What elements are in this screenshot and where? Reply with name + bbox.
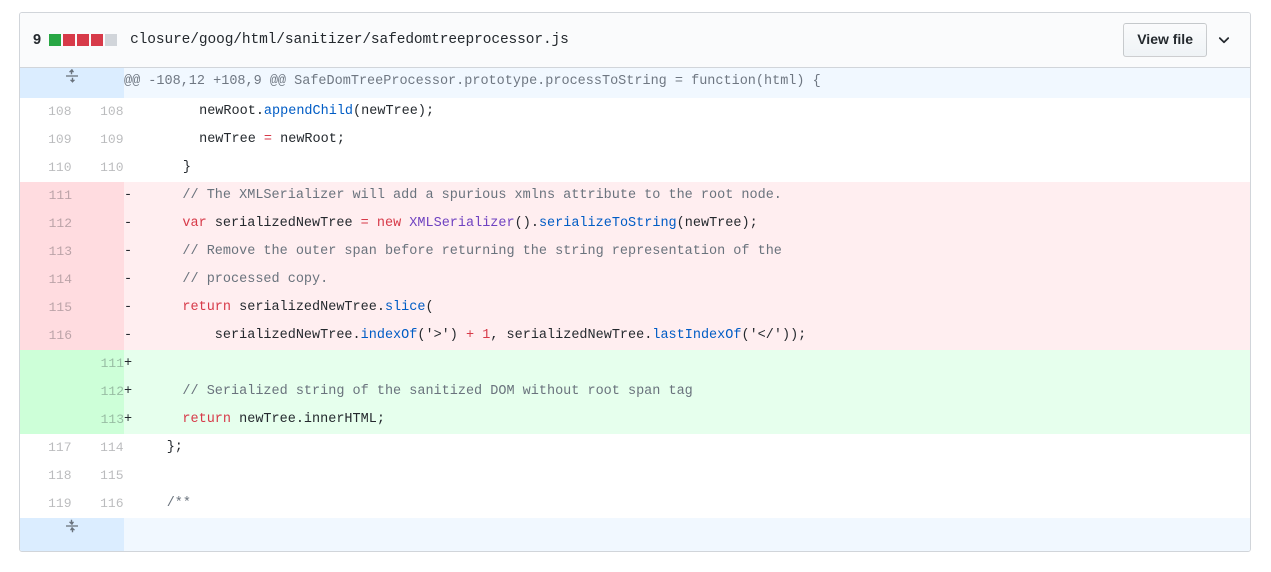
diffstat-square-none (105, 34, 118, 46)
diff-line-row: 118 115 (20, 461, 1250, 490)
line-number-old[interactable]: 116 (20, 321, 72, 350)
line-number-new[interactable] (72, 237, 124, 266)
line-number-new[interactable] (72, 321, 124, 350)
file-path: closure/goog/html/sanitizer/safedomtreep… (130, 32, 569, 48)
diff-line-row: 113 - // Remove the outer span before ret… (20, 237, 1250, 266)
line-number-new[interactable]: 112 (72, 377, 124, 406)
diff-line-marker: - (124, 187, 133, 203)
line-number-new[interactable]: 110 (72, 153, 124, 182)
line-number-old[interactable]: 110 (20, 153, 72, 182)
diff-line-marker: - (124, 243, 133, 259)
expand-down-button[interactable] (20, 517, 124, 551)
diffstat-square-del (91, 34, 104, 46)
diff-line-code[interactable] (124, 461, 1250, 490)
diff-line-marker: + (124, 411, 133, 427)
diff-line-row: 109 109 newTree = newRoot; (20, 125, 1250, 154)
diff-line-row: 108 108 newRoot.appendChild(newTree); (20, 97, 1250, 126)
diff-line-code[interactable]: - var serializedNewTree = new XMLSeriali… (124, 209, 1250, 238)
line-number-new[interactable] (72, 293, 124, 322)
line-number-new[interactable]: 115 (72, 461, 124, 490)
line-number-old[interactable] (20, 377, 72, 406)
fold-icon (64, 518, 80, 546)
diff-line-code[interactable]: }; (124, 433, 1250, 462)
line-number-new[interactable]: 113 (72, 405, 124, 434)
diff-line-marker: + (124, 383, 133, 399)
unfold-up-down-icon (64, 68, 80, 96)
line-number-old[interactable]: 111 (20, 181, 72, 210)
diff-line-marker: - (124, 271, 133, 287)
diff-line-marker: + (124, 355, 133, 371)
diff-line-row: 110 110 } (20, 153, 1250, 182)
line-number-new[interactable] (72, 181, 124, 210)
line-number-old[interactable]: 119 (20, 489, 72, 518)
diff-line-row: 112 - var serializedNewTree = new XMLSeri… (20, 209, 1250, 238)
diff-line-code[interactable]: - // Remove the outer span before return… (124, 237, 1250, 266)
diff-line-row: 113 + return newTree.innerHTML; (20, 405, 1250, 434)
line-number-new[interactable] (72, 209, 124, 238)
diff-line-code[interactable]: newRoot.appendChild(newTree); (124, 97, 1250, 126)
expand-down-row (20, 517, 1250, 551)
diff-line-marker: - (124, 299, 133, 315)
line-number-old[interactable]: 113 (20, 237, 72, 266)
diff-line-code[interactable]: newTree = newRoot; (124, 125, 1250, 154)
diff-line-row: 119 116 /** (20, 489, 1250, 518)
changes-count: 9 (33, 32, 42, 48)
line-number-old[interactable]: 118 (20, 461, 72, 490)
diff-line-row: 117 114 }; (20, 433, 1250, 462)
diff-line-code[interactable]: - return serializedNewTree.slice( (124, 293, 1250, 322)
diff-line-row: 114 - // processed copy. (20, 265, 1250, 294)
diff-line-code[interactable]: + return newTree.innerHTML; (124, 405, 1250, 434)
file-header: 9 closure/goog/html/sanitizer/safedomtre… (20, 13, 1250, 68)
view-file-button[interactable]: View file (1123, 23, 1207, 57)
diff-line-code[interactable]: + // Serialized string of the sanitized … (124, 377, 1250, 406)
diffstat-square-add (49, 34, 62, 46)
line-number-old[interactable]: 115 (20, 293, 72, 322)
diffstat-square-del (63, 34, 76, 46)
line-number-new[interactable]: 114 (72, 433, 124, 462)
line-number-old[interactable]: 117 (20, 433, 72, 462)
diff-line-row: 116 - serializedNewTree.indexOf('>') + 1,… (20, 321, 1250, 350)
line-number-old[interactable]: 108 (20, 97, 72, 126)
diffstat-bar (49, 34, 118, 46)
diff-line-row: 115 - return serializedNewTree.slice( (20, 293, 1250, 322)
diff-line-marker: - (124, 327, 133, 343)
line-number-old[interactable] (20, 405, 72, 434)
line-number-old[interactable]: 112 (20, 209, 72, 238)
line-number-new[interactable] (72, 265, 124, 294)
line-number-new[interactable]: 108 (72, 97, 124, 126)
line-number-old[interactable] (20, 349, 72, 378)
line-number-old[interactable]: 114 (20, 265, 72, 294)
diff-line-row: 112 + // Serialized string of the sanitiz… (20, 377, 1250, 406)
line-number-new[interactable]: 111 (72, 349, 124, 378)
line-number-old[interactable]: 109 (20, 125, 72, 154)
diff-line-row: 111 - // The XMLSerializer will add a spu… (20, 181, 1250, 210)
diff-line-code[interactable]: - serializedNewTree.indexOf('>') + 1, se… (124, 321, 1250, 350)
diff-line-code[interactable]: - // processed copy. (124, 265, 1250, 294)
expand-down-filler (124, 517, 1250, 551)
diff-line-row: 111 + (20, 349, 1250, 378)
line-number-new[interactable]: 116 (72, 489, 124, 518)
hunk-header-text: @@ -108,12 +108,9 @@ SafeDomTreeProcesso… (124, 68, 1250, 98)
hunk-header-row: @@ -108,12 +108,9 @@ SafeDomTreeProcesso… (20, 68, 1250, 98)
line-number-new[interactable]: 109 (72, 125, 124, 154)
diff-line-code[interactable]: /** (124, 489, 1250, 518)
diff-line-marker: - (124, 215, 133, 231)
diff-line-code[interactable]: - // The XMLSerializer will add a spurio… (124, 181, 1250, 210)
diff-file-container: 9 closure/goog/html/sanitizer/safedomtre… (19, 12, 1251, 552)
diffstat-square-del (77, 34, 90, 46)
diff-line-code[interactable]: } (124, 153, 1250, 182)
chevron-down-icon[interactable] (1207, 25, 1241, 55)
expand-up-button[interactable] (20, 68, 124, 98)
diff-line-code[interactable]: + (124, 349, 1250, 378)
diff-table: @@ -108,12 +108,9 @@ SafeDomTreeProcesso… (20, 68, 1250, 551)
